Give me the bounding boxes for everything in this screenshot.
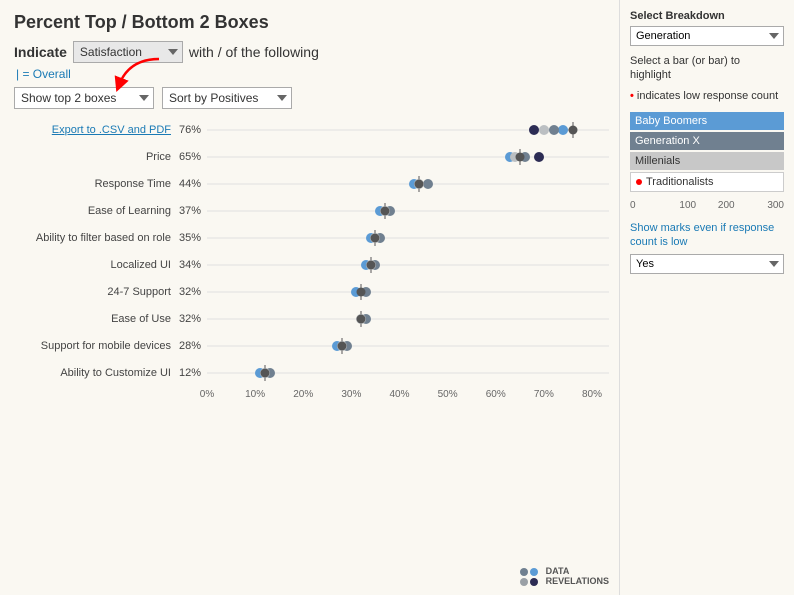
x-axis-label: 70% (534, 389, 554, 400)
select-breakdown-title: Select Breakdown (630, 10, 784, 22)
dot-overall[interactable] (337, 342, 346, 351)
dot-gx[interactable] (549, 125, 559, 135)
chart-row[interactable]: Export to .CSV and PDF76% (14, 119, 609, 141)
show-marks-select[interactable]: Yes (630, 254, 784, 274)
row-pct: 12% (179, 367, 207, 379)
legend-generation-x[interactable]: Generation X (630, 132, 784, 150)
logo-dot-2 (530, 568, 538, 576)
row-label: Ease of Learning (14, 205, 179, 217)
arrow-indicator (109, 57, 169, 95)
logo-dot-1 (520, 568, 528, 576)
row-label: Response Time (14, 178, 179, 190)
row-bar-area (207, 281, 609, 303)
x-axis-label: 80% (582, 389, 602, 400)
chart-area: Export to .CSV and PDF76% Price65% Respons… (14, 119, 609, 384)
row-label: Price (14, 151, 179, 163)
x-axis-label: 50% (438, 389, 458, 400)
sort-by-positives-select[interactable]: Sort by Positives (162, 87, 292, 109)
x-axis-label: 20% (293, 389, 313, 400)
legend-traditionalists[interactable]: Traditionalists (630, 172, 784, 192)
right-panel: Select Breakdown Generation Select a bar… (619, 0, 794, 595)
dot-mil[interactable] (539, 125, 549, 135)
x-axis-label: 0% (200, 389, 214, 400)
logo-dot-3 (520, 578, 528, 586)
row-pct: 37% (179, 205, 207, 217)
x-axis-label: 60% (486, 389, 506, 400)
trad-red-dot (636, 179, 642, 185)
logo-text: DATAREVELATIONS (546, 567, 609, 587)
bottom-logo: DATAREVELATIONS (520, 567, 609, 587)
rp-scale: 0 100 200 300 (630, 200, 784, 211)
row-bar-area (207, 227, 609, 249)
row-label: Ease of Use (14, 313, 179, 325)
row-label: Localized UI (14, 259, 179, 271)
dot-bb[interactable] (558, 125, 568, 135)
dot-gx[interactable] (423, 179, 433, 189)
row-label: 24-7 Support (14, 286, 179, 298)
chart-row[interactable]: Ease of Learning37% (14, 200, 609, 222)
logo-dots (520, 568, 542, 586)
row-bar-area (207, 254, 609, 276)
generation-select[interactable]: Generation (630, 26, 784, 46)
dot-overall[interactable] (357, 315, 366, 324)
dropdowns-row: Show top 2 boxes Sort by Positives (14, 87, 609, 109)
row-pct: 34% (179, 259, 207, 271)
dot-trad[interactable] (534, 152, 544, 162)
x-axis-row: 0% 10% 20% 30% 40% 50% 60% 70% 80% (14, 389, 609, 405)
legend-items: Baby Boomers Generation X Millenials Tra… (630, 112, 784, 192)
row-pct: 32% (179, 286, 207, 298)
row-pct: 44% (179, 178, 207, 190)
chart-row[interactable]: Support for mobile devices28% (14, 335, 609, 357)
dot-overall[interactable] (414, 180, 423, 189)
dot-overall[interactable] (381, 207, 390, 216)
controls-row: Indicate Satisfaction with / of the foll… (14, 41, 609, 63)
row-bar-area (207, 173, 609, 195)
dot-overall[interactable] (371, 234, 380, 243)
dot-overall[interactable] (568, 126, 577, 135)
row-pct: 65% (179, 151, 207, 163)
row-pct: 35% (179, 232, 207, 244)
page-title: Percent Top / Bottom 2 Boxes (14, 12, 609, 33)
chart-row[interactable]: 24-7 Support32% (14, 281, 609, 303)
row-pct: 28% (179, 340, 207, 352)
chart-row[interactable]: Localized UI34% (14, 254, 609, 276)
row-pct: 32% (179, 313, 207, 325)
x-axis-label: 10% (245, 389, 265, 400)
low-indicator: • indicates low response count (630, 89, 784, 104)
row-label: Support for mobile devices (14, 340, 179, 352)
row-bar-area (207, 119, 609, 141)
legend-millenials[interactable]: Millenials (630, 152, 784, 170)
row-label: Ability to filter based on role (14, 232, 179, 244)
row-label: Ability to Customize UI (14, 367, 179, 379)
indicate-label: Indicate (14, 44, 67, 60)
dot-overall[interactable] (260, 369, 269, 378)
row-pct: 76% (179, 124, 207, 136)
dot-overall[interactable] (357, 288, 366, 297)
overall-row: | = Overall (14, 67, 609, 81)
low-indicator-dot: • (630, 90, 634, 102)
dot-trad[interactable] (529, 125, 539, 135)
chart-row[interactable]: Ability to filter based on role35% (14, 227, 609, 249)
chart-row[interactable]: Ability to Customize UI12% (14, 362, 609, 384)
row-label: Export to .CSV and PDF (14, 124, 179, 136)
x-axis-label: 40% (389, 389, 409, 400)
row-bar-area (207, 362, 609, 384)
row-bar-area (207, 146, 609, 168)
x-axis-label: 30% (341, 389, 361, 400)
row-bar-area (207, 335, 609, 357)
row-bar-area (207, 308, 609, 330)
with-label: with / of the following (189, 44, 319, 60)
chart-row[interactable]: Price65% (14, 146, 609, 168)
select-bar-label: Select a bar (or bar) to highlight (630, 54, 784, 83)
chart-row[interactable]: Response Time44% (14, 173, 609, 195)
dot-overall[interactable] (366, 261, 375, 270)
left-panel: Percent Top / Bottom 2 Boxes Indicate Sa… (0, 0, 619, 595)
legend-baby-boomers[interactable]: Baby Boomers (630, 112, 784, 130)
show-marks-label: Show marks even if response count is low (630, 221, 784, 250)
row-bar-area (207, 200, 609, 222)
logo-dot-4 (530, 578, 538, 586)
dot-overall[interactable] (515, 153, 524, 162)
chart-row[interactable]: Ease of Use32% (14, 308, 609, 330)
